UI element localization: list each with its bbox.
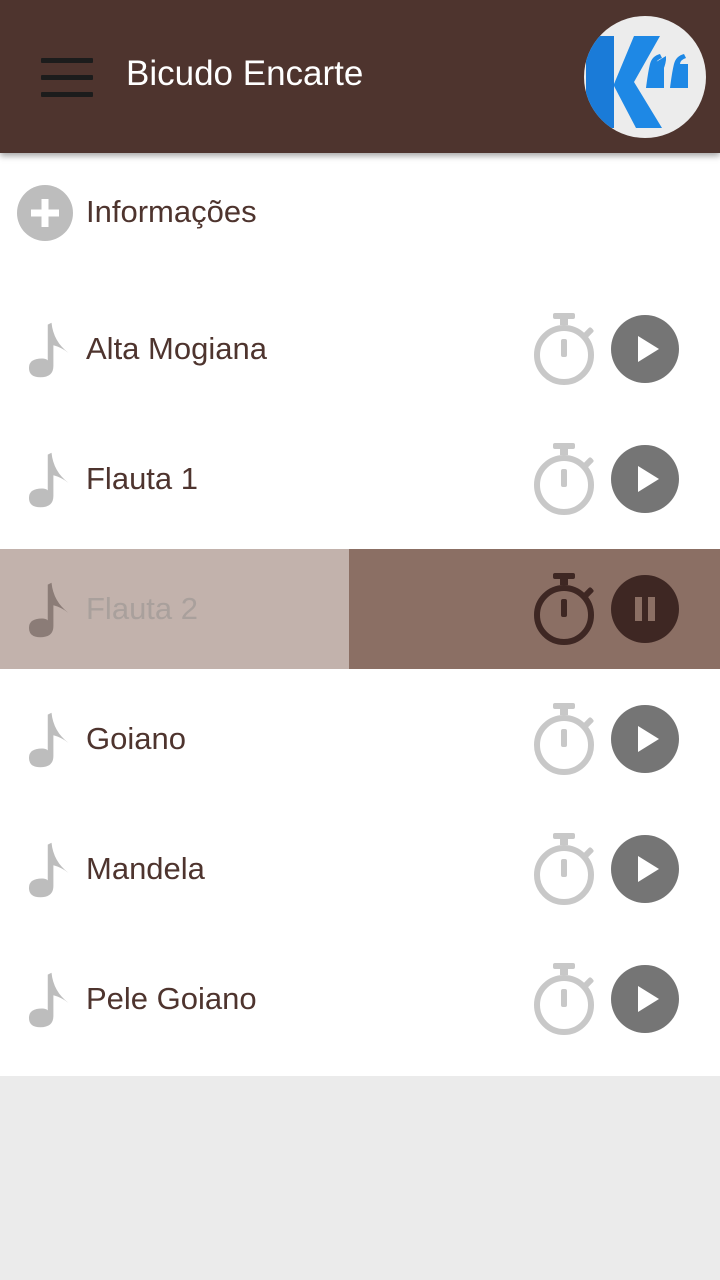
- track-name: Mandela: [86, 851, 205, 886]
- track-name: Flauta 1: [86, 461, 199, 496]
- play-button-icon[interactable]: [611, 445, 679, 513]
- info-label: Informações: [86, 194, 257, 229]
- play-button-icon[interactable]: [611, 315, 679, 383]
- track-list: Informações Alta Mogiana Flauta 1 Flauta…: [0, 153, 720, 1076]
- info-row[interactable]: Informações: [0, 153, 720, 273]
- track-name: Pele Goiano: [86, 981, 257, 1016]
- music-note-icon: [28, 842, 69, 898]
- track-row[interactable]: Goiano: [0, 679, 720, 799]
- hamburger-menu-icon[interactable]: [28, 48, 108, 108]
- app-logo: K: [584, 16, 706, 138]
- music-note-icon: [28, 322, 69, 378]
- track-name: Flauta 2: [86, 591, 199, 626]
- logo-text: K: [584, 16, 585, 17]
- timer-icon[interactable]: [530, 831, 598, 907]
- timer-icon[interactable]: [530, 441, 598, 517]
- timer-icon[interactable]: [530, 571, 598, 647]
- play-button-icon[interactable]: [611, 965, 679, 1033]
- music-note-icon: [28, 972, 69, 1028]
- play-button-icon[interactable]: [611, 835, 679, 903]
- track-name: Goiano: [86, 721, 186, 756]
- music-note-icon: [28, 452, 69, 508]
- track-row[interactable]: Mandela: [0, 809, 720, 929]
- timer-icon[interactable]: [530, 961, 598, 1037]
- play-button-icon[interactable]: [611, 705, 679, 773]
- track-row[interactable]: Flauta 1: [0, 419, 720, 539]
- app-bar: Bicudo Encarte K: [0, 0, 720, 153]
- timer-icon[interactable]: [530, 701, 598, 777]
- track-name: Alta Mogiana: [86, 331, 267, 366]
- track-row[interactable]: Alta Mogiana: [0, 289, 720, 409]
- timer-icon[interactable]: [530, 311, 598, 387]
- add-circle-icon: [17, 185, 73, 241]
- track-row[interactable]: Flauta 2: [0, 549, 720, 669]
- track-row[interactable]: Pele Goiano: [0, 939, 720, 1059]
- music-note-icon: [28, 712, 69, 768]
- app-title: Bicudo Encarte: [126, 54, 364, 93]
- music-note-icon: [28, 582, 69, 638]
- pause-button-icon[interactable]: [611, 575, 679, 643]
